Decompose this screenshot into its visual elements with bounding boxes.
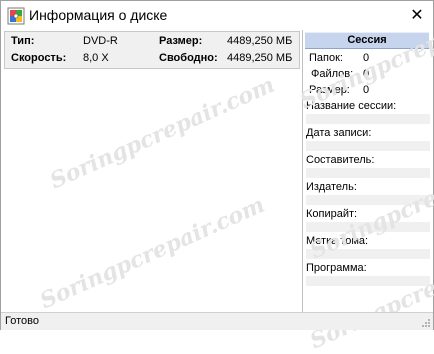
disc-contents-area[interactable] [4, 69, 300, 312]
client-area: Тип: DVD-R Скорость: 8,0 X Размер: 4489,… [1, 0, 434, 354]
close-button[interactable]: ✕ [405, 4, 429, 26]
disc-speed-value: 8,0 X [83, 52, 109, 64]
session-size-label: Размер: [309, 84, 350, 96]
session-size-value: 0 [363, 84, 370, 96]
author-field [306, 168, 430, 178]
publisher-field [306, 195, 430, 205]
program-field [306, 276, 430, 286]
disc-type-label: Тип: [11, 35, 35, 47]
size-grip-icon[interactable] [421, 318, 431, 328]
copyright-field [306, 222, 430, 232]
window-title: Информация о диске [29, 7, 168, 23]
disc-free-label: Свободно: [159, 52, 218, 64]
volume-label-label: Метка тома: [306, 235, 369, 247]
volume-label-field [306, 249, 430, 259]
session-files-label: Файлов: [311, 68, 354, 80]
title-bar[interactable]: Информация о диске ✕ [1, 1, 433, 30]
session-folders-label: Папок: [309, 52, 343, 64]
session-name-label: Название сессии: [306, 100, 397, 112]
close-icon: ✕ [410, 7, 424, 24]
disc-size-label: Размер: [159, 35, 203, 47]
disc-free-value: 4489,250 МБ [227, 52, 293, 64]
disc-info-icon [7, 7, 25, 25]
status-text: Готово [5, 315, 39, 327]
publisher-label: Издатель: [306, 181, 357, 193]
disc-size-value: 4489,250 МБ [227, 35, 293, 47]
disc-info-panel: Тип: DVD-R Скорость: 8,0 X Размер: 4489,… [4, 31, 300, 69]
session-folders-value: 0 [363, 52, 370, 64]
record-date-field [306, 141, 430, 151]
record-date-label: Дата записи: [306, 127, 372, 139]
disc-type-value: DVD-R [83, 35, 118, 47]
author-label: Составитель: [306, 154, 375, 166]
session-files-value: 0 [363, 68, 370, 80]
session-panel: Сессия Папок: 0 Файлов: 0 Размер: 0 Назв… [303, 30, 433, 312]
disc-speed-label: Скорость: [11, 52, 67, 64]
status-bar: Готово [1, 312, 433, 330]
copyright-label: Копирайт: [306, 208, 358, 220]
session-name-field [306, 114, 430, 124]
disc-info-window: Информация о диске ✕ Тип: DVD-R Скорость… [0, 0, 434, 354]
session-header: Сессия [305, 32, 429, 49]
program-label: Программа: [306, 262, 367, 274]
